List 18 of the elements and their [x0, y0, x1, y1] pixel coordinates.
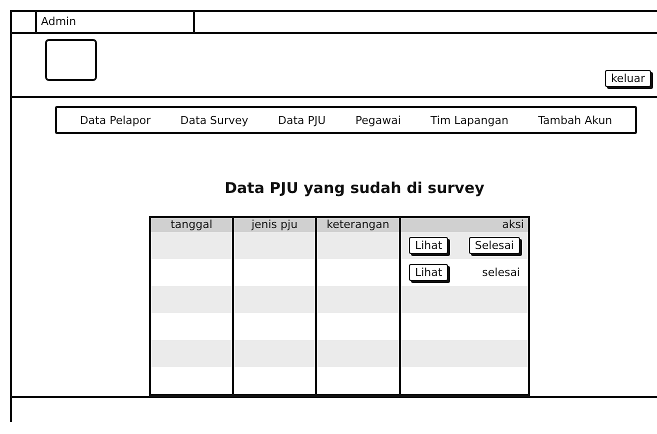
nav-link[interactable]: Pegawai [355, 114, 401, 126]
nav-link[interactable]: Tim Lapangan [430, 114, 508, 126]
window-tab[interactable]: Admin [35, 12, 195, 32]
nav-link[interactable]: Data Survey [180, 114, 248, 126]
column-header: aksi [400, 217, 529, 232]
column-header: tanggal [150, 217, 233, 232]
column-header: keterangan [316, 217, 400, 232]
column-header: jenis pju [233, 217, 316, 232]
action-button[interactable]: Selesai [468, 237, 520, 254]
action-button[interactable]: Lihat [409, 264, 448, 281]
page-heading: Data PJU yang sudah di survey [224, 179, 486, 197]
action-button[interactable]: Lihat [409, 237, 448, 254]
nav-link[interactable]: Data Pelapor [80, 114, 151, 126]
nav-link[interactable]: Data PJU [278, 114, 326, 126]
status-text: selesai [482, 266, 520, 279]
nav-link[interactable]: Tambah Akun [538, 114, 612, 126]
logo-placeholder [45, 39, 97, 81]
logout-button[interactable]: keluar [604, 70, 651, 87]
